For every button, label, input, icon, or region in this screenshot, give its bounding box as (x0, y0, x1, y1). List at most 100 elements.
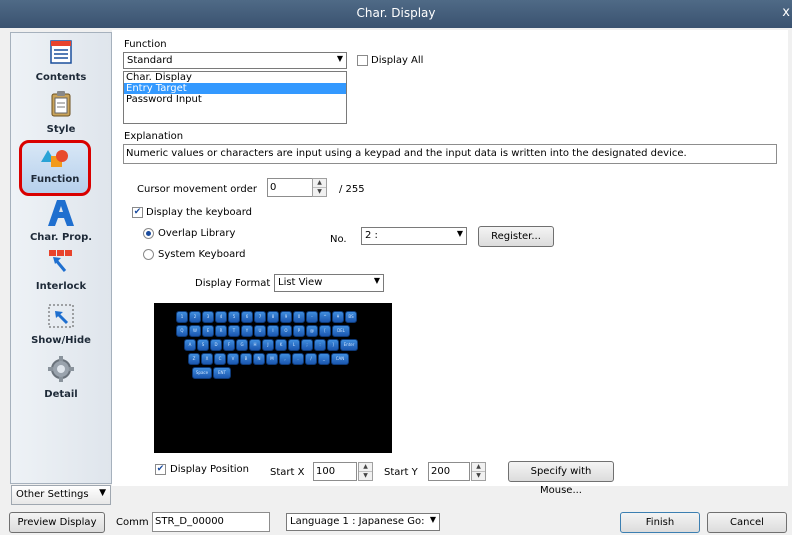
display-keyboard-label: Display the keyboard (146, 207, 253, 218)
keyboard-key: E (202, 325, 214, 337)
other-settings-label: Other Settings (16, 489, 89, 500)
specify-with-mouse-button[interactable]: Specify with Mouse... (508, 461, 614, 496)
display-position-label: Display Position (170, 464, 249, 475)
sidebar-item-function[interactable]: Function (19, 140, 91, 196)
list-item[interactable]: Password Input (124, 94, 346, 105)
cancel-button[interactable]: Cancel (707, 512, 787, 533)
keyboard-key: C (214, 353, 226, 365)
cursor-order-stepper[interactable]: ▲ ▼ (312, 178, 327, 197)
keyboard-key: 6 (241, 311, 253, 323)
display-all-label: Display All (371, 55, 424, 66)
chevron-down-icon: ▼ (336, 54, 343, 63)
keyboard-key: 9 (280, 311, 292, 323)
keyboard-key: M (266, 353, 278, 365)
start-y-input[interactable]: 200 (428, 462, 470, 481)
arrow-down-icon[interactable]: ▼ (472, 472, 485, 480)
arrow-down-icon[interactable]: ▼ (313, 188, 326, 196)
start-y-label: Start Y (384, 467, 418, 478)
arrow-up-icon[interactable]: ▲ (313, 179, 326, 188)
keyboard-key: A (184, 339, 196, 351)
keyboard-key: N (253, 353, 265, 365)
keyboard-key: Y (241, 325, 253, 337)
keyboard-key: J (262, 339, 274, 351)
function-list[interactable]: Char. Display Entry Target Password Inpu… (123, 71, 347, 124)
keyboard-key: / (305, 353, 317, 365)
sidebar-item-label: Function (30, 174, 80, 185)
finish-button[interactable]: Finish (620, 512, 700, 533)
keyboard-key: V (227, 353, 239, 365)
function-label: Function (124, 39, 167, 50)
start-x-label: Start X (270, 467, 305, 478)
other-settings-dropdown[interactable]: Other Settings ▼ (11, 485, 111, 505)
keyboard-key: BS (345, 311, 357, 323)
arrow-up-icon[interactable]: ▲ (359, 463, 372, 472)
library-number-select[interactable]: 2 : ▼ (361, 227, 467, 245)
sidebar-item-detail[interactable]: Detail (11, 353, 111, 403)
sidebar-item-interlock[interactable]: Interlock (11, 249, 111, 297)
char-prop-icon (48, 200, 74, 226)
display-format-select[interactable]: List View ▼ (274, 274, 384, 292)
keyboard-key: 1 (176, 311, 188, 323)
keyboard-key: L (288, 339, 300, 351)
function-icon (41, 150, 68, 167)
keyboard-key: , (279, 353, 291, 365)
chevron-down-icon: ▼ (373, 276, 380, 285)
keyboard-key: : (314, 339, 326, 351)
keyboard-key: B (240, 353, 252, 365)
language-select-value: Language 1 : Japanese Go: (290, 516, 425, 527)
sidebar-item-label: Contents (35, 72, 87, 83)
arrow-up-icon[interactable]: ▲ (472, 463, 485, 472)
register-button[interactable]: Register... (478, 226, 554, 247)
sidebar-item-char-prop[interactable]: Char. Prop. (11, 198, 111, 246)
keyboard-key: 8 (267, 311, 279, 323)
keyboard-key: I (267, 325, 279, 337)
overlap-library-radio[interactable] (143, 228, 154, 239)
language-select[interactable]: Language 1 : Japanese Go: ▼ (286, 513, 440, 531)
display-format-value: List View (278, 277, 323, 288)
keyboard-key: ¥ (332, 311, 344, 323)
sidebar: Contents Style Function Char. Prop. Inte… (10, 32, 112, 484)
cursor-order-input[interactable]: 0 (267, 178, 313, 197)
keyboard-key: R (215, 325, 227, 337)
function-select-value: Standard (127, 55, 173, 66)
system-keyboard-label: System Keyboard (158, 249, 246, 260)
keyboard-key: 5 (228, 311, 240, 323)
start-y-stepper[interactable]: ▲ ▼ (471, 462, 486, 481)
display-format-label: Display Format (195, 278, 271, 289)
list-item[interactable]: Char. Display (124, 72, 346, 83)
show-hide-icon (48, 304, 74, 328)
style-icon (51, 91, 71, 117)
window-title: Char. Display (356, 6, 436, 20)
display-position-checkbox[interactable]: ✔ (155, 464, 166, 475)
interlock-icon (49, 250, 72, 272)
start-x-input[interactable]: 100 (313, 462, 357, 481)
keyboard-key: DEL (332, 325, 350, 337)
start-x-stepper[interactable]: ▲ ▼ (358, 462, 373, 481)
function-select[interactable]: Standard ▼ (123, 52, 347, 69)
preview-display-button[interactable]: Preview Display (9, 512, 105, 533)
footer-bar: Preview Display Comm STR_D_00000 Languag… (0, 509, 792, 535)
close-icon[interactable]: x (782, 5, 790, 20)
keyboard-key: _ (318, 353, 330, 365)
comm-input[interactable]: STR_D_00000 (152, 512, 270, 532)
sidebar-item-show-hide[interactable]: Show/Hide (11, 301, 111, 351)
keyboard-key: ^ (319, 311, 331, 323)
keyboard-key: 2 (189, 311, 201, 323)
arrow-down-icon[interactable]: ▼ (359, 472, 372, 480)
title-bar: Char. Display x (0, 0, 792, 28)
display-all-checkbox[interactable] (357, 55, 368, 66)
sidebar-item-style[interactable]: Style (11, 89, 111, 141)
keyboard-key: 3 (202, 311, 214, 323)
system-keyboard-radio[interactable] (143, 249, 154, 260)
explanation-text: Numeric values or characters are input u… (123, 144, 777, 164)
sidebar-item-label: Style (46, 124, 76, 135)
list-item-selected[interactable]: Entry Target (124, 83, 346, 94)
keyboard-key: U (254, 325, 266, 337)
sidebar-item-contents[interactable]: Contents (11, 39, 111, 89)
sidebar-item-label: Interlock (35, 281, 87, 292)
display-keyboard-checkbox[interactable]: ✔ (132, 207, 143, 218)
comm-label: Comm (116, 517, 149, 528)
keyboard-key: W (189, 325, 201, 337)
keyboard-key: Enter (340, 339, 358, 351)
no-label: No. (330, 234, 347, 245)
